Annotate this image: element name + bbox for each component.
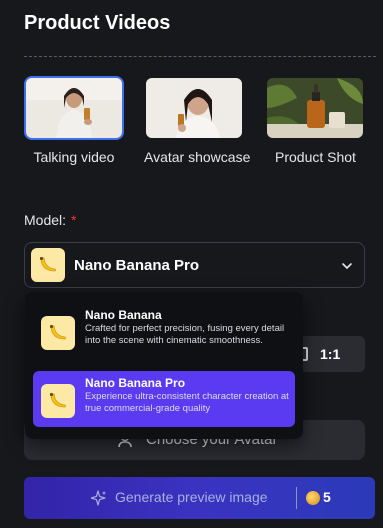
template-talking-video[interactable]: Talking video [24, 76, 124, 165]
template-avatar-showcase[interactable]: Avatar showcase [144, 76, 251, 165]
banana-icon [31, 248, 65, 282]
aspect-ratio-value: 1:1 [320, 346, 341, 362]
model-select[interactable]: Nano Banana Pro [24, 242, 365, 288]
option-name: Nano Banana Pro [85, 376, 186, 390]
template-label: Product Shot [275, 149, 356, 165]
product-shot-thumbnail [265, 76, 365, 140]
banana-icon [41, 316, 75, 350]
generate-separator [296, 487, 297, 509]
coin-icon [306, 491, 320, 505]
banana-icon [41, 384, 75, 418]
option-description: Crafted for perfect precision, fusing ev… [85, 323, 285, 346]
model-label: Model: * [24, 212, 76, 228]
template-gallery: Talking video Avatar showcase Product Sh… [0, 76, 383, 171]
generate-label: Generate preview image [115, 489, 268, 505]
template-product-shot[interactable]: Product Shot [265, 76, 365, 165]
generate-preview-button[interactable]: Generate preview image 5 [24, 477, 375, 519]
required-mark: * [71, 212, 77, 228]
template-label: Talking video [33, 149, 115, 165]
sparkle-icon [91, 490, 106, 506]
title-divider [24, 56, 376, 57]
model-label-text: Model: [24, 212, 67, 228]
option-description: Experience ultra-consistent character cr… [85, 391, 289, 414]
credit-cost: 5 [323, 489, 331, 505]
model-select-value: Nano Banana Pro [74, 257, 200, 274]
model-dropdown-menu: Nano Banana Crafted for perfect precisio… [25, 292, 303, 439]
talking-video-thumbnail [24, 76, 124, 140]
option-name: Nano Banana [85, 308, 162, 322]
chevron-down-icon [342, 263, 352, 269]
page-title: Product Videos [24, 12, 171, 34]
avatar-showcase-thumbnail [144, 76, 244, 140]
model-option-nano-banana[interactable]: Nano Banana Crafted for perfect precisio… [33, 303, 295, 359]
model-option-nano-banana-pro[interactable]: Nano Banana Pro Experience ultra-consist… [33, 371, 295, 427]
template-label: Avatar showcase [144, 149, 251, 165]
